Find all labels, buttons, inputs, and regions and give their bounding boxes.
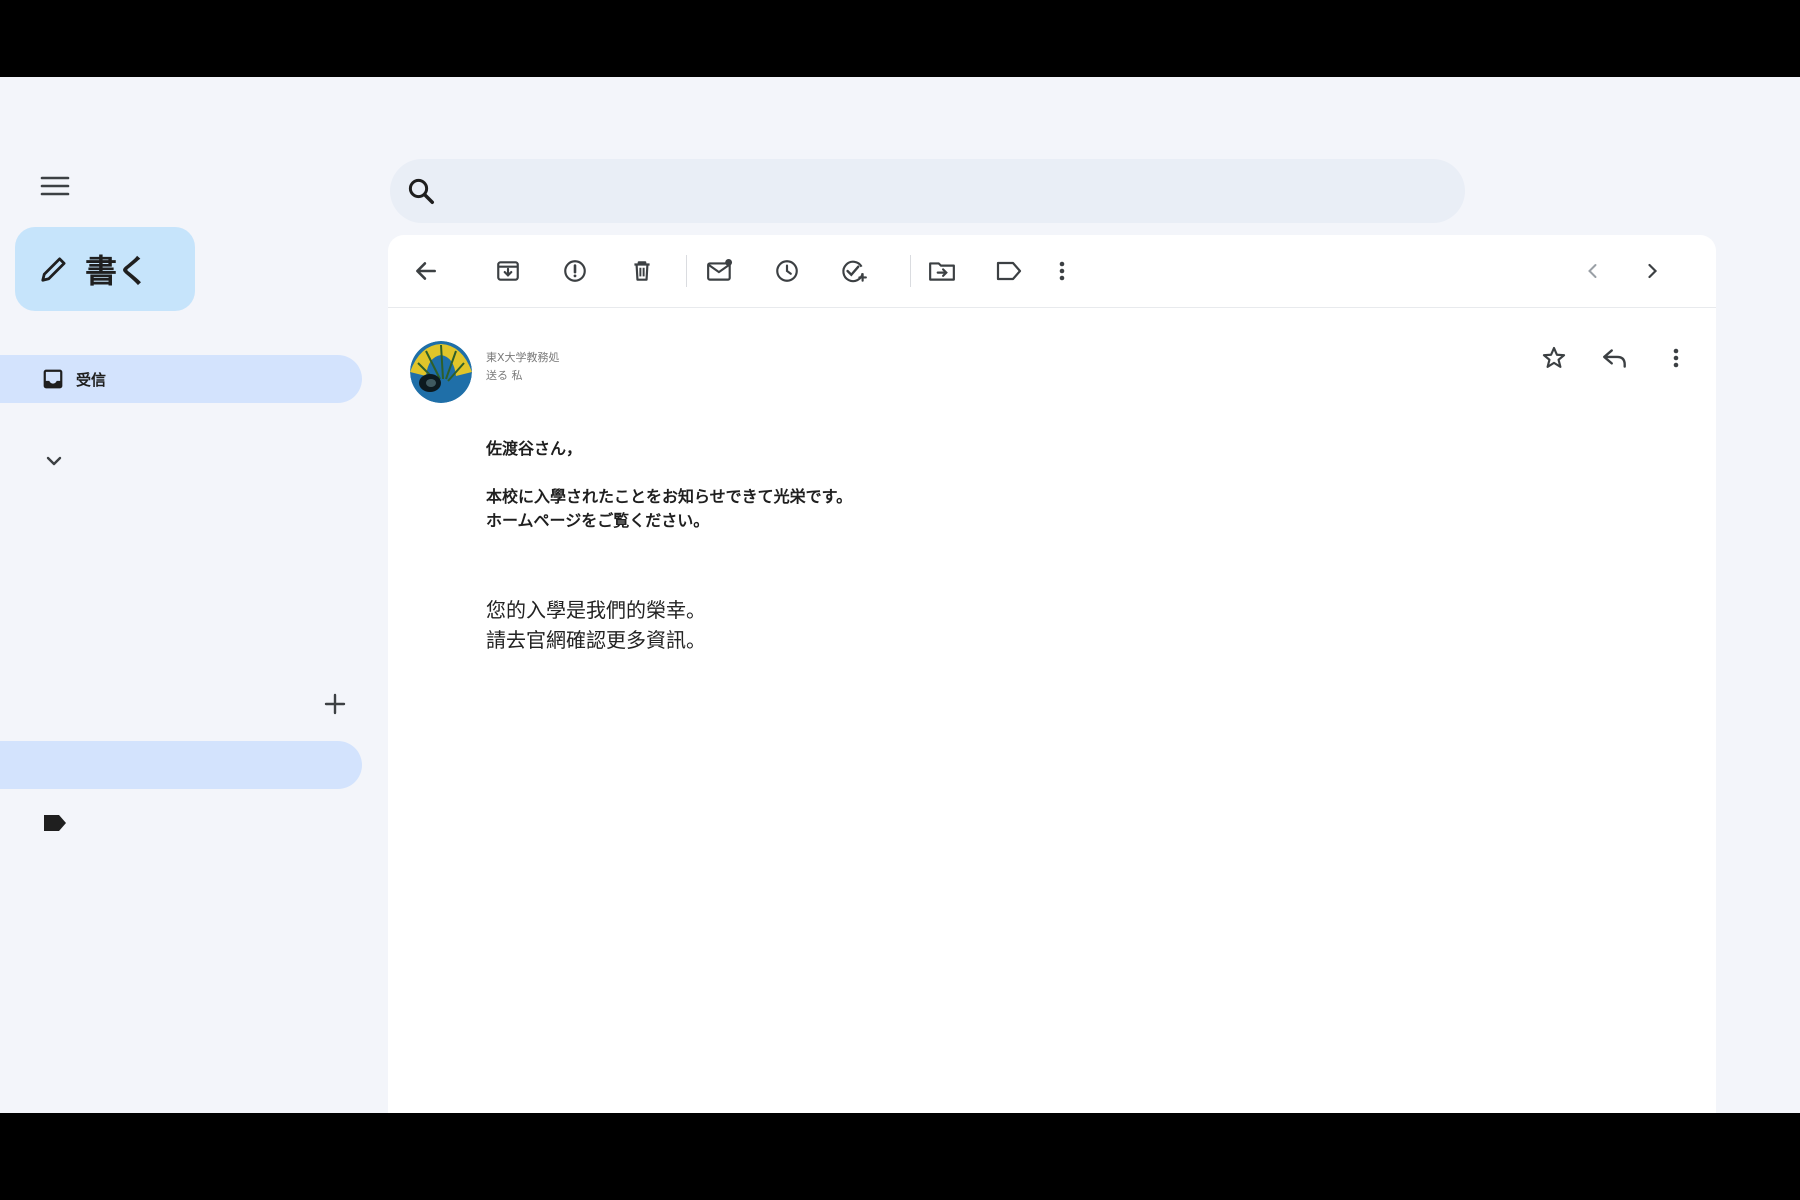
add-task-icon [840, 258, 868, 284]
more-options-button[interactable] [1048, 257, 1076, 285]
compose-button[interactable]: 書く [15, 227, 195, 311]
search-bar[interactable] [390, 159, 1465, 223]
back-arrow-icon [413, 258, 439, 284]
report-spam-button[interactable] [561, 257, 589, 285]
message-body-chinese: 您的入學是我們的榮幸。 請去官網確認更多資訊。 [486, 595, 706, 655]
mark-unread-icon [706, 258, 734, 284]
add-task-button[interactable] [840, 257, 868, 285]
sidebar-item-label: 受信 [76, 370, 107, 389]
sidebar-more-toggle[interactable] [42, 449, 66, 473]
chevron-down-icon [42, 449, 66, 473]
back-button[interactable] [412, 257, 440, 285]
archive-button[interactable] [494, 257, 522, 285]
label-button[interactable] [995, 257, 1023, 285]
message-toolbar [388, 235, 1716, 308]
older-button[interactable] [1638, 257, 1666, 285]
message-body-japanese: 佐渡谷さん， 本校に入學されたことをお知らせできて光栄です。 ホームページをご覧… [486, 437, 852, 533]
newer-button[interactable] [1579, 257, 1607, 285]
body-line: 本校に入學されたことをお知らせできて光栄です。 [486, 487, 853, 506]
reply-button[interactable] [1600, 343, 1630, 373]
chevron-left-icon [1583, 261, 1603, 281]
inbox-icon [42, 368, 64, 390]
sidebar-item-inbox[interactable]: 受信 [0, 355, 362, 403]
snooze-icon [774, 258, 800, 284]
hamburger-menu-icon [40, 175, 70, 197]
body-line: ホームページをご覧ください。 [486, 511, 710, 530]
more-vert-icon [1672, 346, 1680, 370]
body-line: 您的入學是我們的榮幸。 [486, 598, 706, 622]
move-to-button[interactable] [928, 257, 956, 285]
search-icon[interactable] [406, 176, 436, 206]
sender-avatar [410, 341, 472, 403]
archive-icon [495, 258, 521, 284]
label-tag-icon [42, 813, 66, 833]
message-more-button[interactable] [1661, 343, 1691, 373]
message-panel: 東X大学教務処 送る 私 佐渡谷さん， 本校に入學されたことをお知らせできて光栄… [388, 235, 1716, 1113]
chevron-right-icon [1642, 261, 1662, 281]
report-spam-icon [562, 258, 588, 284]
sender-name[interactable]: 東X大学教務処 [486, 349, 560, 365]
recipient-line[interactable]: 送る 私 [486, 367, 523, 383]
search-input[interactable] [450, 181, 1354, 201]
compose-label: 書く [85, 252, 150, 290]
snooze-button[interactable] [773, 257, 801, 285]
body-line: 佐渡谷さん， [486, 439, 583, 458]
label-icon [995, 260, 1023, 282]
move-to-icon [928, 258, 956, 284]
create-label-button[interactable] [322, 691, 348, 717]
plus-icon [322, 691, 348, 717]
delete-button[interactable] [628, 257, 656, 285]
sidebar-item-label-tag[interactable] [42, 813, 66, 833]
reply-icon [1601, 345, 1629, 371]
sidebar-item-label-active[interactable] [0, 741, 362, 789]
mark-unread-button[interactable] [706, 257, 734, 285]
gmail-window: 書く 受信 東X大学教務処 送る 私 佐渡谷さん， 本校に入學されたことをお知ら… [0, 77, 1800, 1113]
more-vert-icon [1058, 259, 1066, 283]
pencil-icon [39, 254, 69, 284]
delete-icon [629, 258, 655, 284]
toolbar-divider [910, 255, 911, 287]
star-icon [1541, 345, 1567, 371]
toolbar-divider [686, 255, 687, 287]
star-button[interactable] [1539, 343, 1569, 373]
main-menu-button[interactable] [38, 169, 72, 203]
body-line: 請去官網確認更多資訊。 [486, 628, 706, 652]
